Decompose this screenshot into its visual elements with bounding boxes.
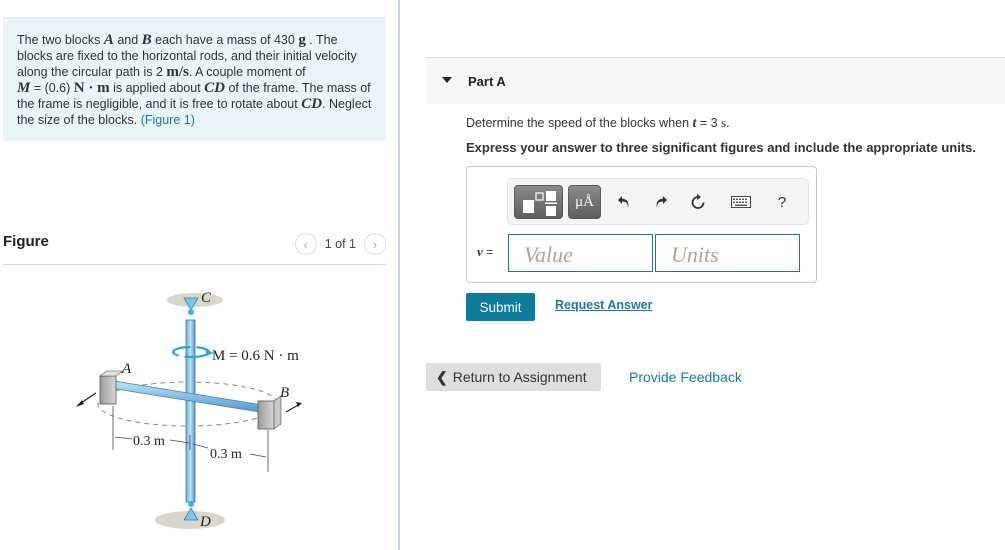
label-a: A [121,361,132,377]
provide-feedback-link[interactable]: Provide Feedback [629,369,742,385]
undo-button[interactable] [614,192,634,212]
problem-text: = (0.6) [30,81,74,95]
var-m: M [17,80,31,96]
return-label: Return to Assignment [452,369,587,385]
figure-divider [3,264,386,265]
block-b [257,400,275,430]
moment-unit: N · m [73,80,110,96]
problem-text: and [113,33,142,47]
figure-page-count: 1 of 1 [324,237,356,251]
label-b: B [280,385,289,401]
var-a: A [103,32,114,48]
question-part: . [726,116,730,130]
redo-button[interactable] [651,192,671,212]
label-dim-left: 0.3 m [133,434,165,449]
question-text: Determine the speed of the blocks when t… [466,115,730,132]
answer-instruction: Express your answer to three significant… [466,140,976,155]
value-input[interactable] [508,234,653,272]
redo-icon [656,196,667,208]
dimension-line-left [114,436,133,440]
answer-box: μÅ ? v = [466,166,817,283]
help-button[interactable]: ? [772,192,792,212]
problem-pane: The two blocks A and B each have a mass … [0,0,398,550]
label-moment: M = 0.6 N · m [212,348,299,364]
return-to-assignment-button[interactable]: ❮ Return to Assignment [426,363,601,391]
problem-text: The two blocks [17,33,104,47]
chevron-right-icon: › [372,236,378,252]
problem-text: . A couple moment of [188,65,306,79]
part-a-header[interactable]: Part A [426,57,1005,104]
figure-pager: ‹ 1 of 1 › [294,232,386,256]
mass-unit: g [298,32,306,48]
templates-button[interactable] [514,185,563,219]
figure-header: Figure ‹ 1 of 1 › [3,232,386,262]
chevron-left-icon: ❮ [436,368,448,385]
math-toolbar: μÅ ? [507,178,809,225]
next-figure-button[interactable]: › [364,233,386,255]
part-title: Part A [468,74,506,89]
units-input[interactable] [655,234,800,272]
reset-button[interactable] [688,192,708,212]
var-cd: CD [301,96,323,112]
label-d: D [199,514,211,530]
velocity-unit: m/s [166,64,189,80]
undo-icon [618,196,629,208]
help-icon: ? [777,193,787,211]
keyboard-button[interactable] [729,192,753,212]
templates-icon [523,191,557,216]
problem-text: is applied about [109,81,205,95]
reset-icon [691,194,705,209]
var-b: B [141,32,152,48]
figure-link[interactable]: (Figure 1) [141,113,195,127]
pane-divider[interactable] [398,0,400,550]
figure-diagram: C D A B M = 0.6 N · m 0.3 m 0.3 m [76,290,302,530]
collapse-triangle-icon[interactable] [442,77,452,83]
question-part: = 3 [696,116,722,130]
figure-title: Figure [3,233,49,250]
label-c: C [201,290,212,306]
units-icon: μÅ [575,193,594,210]
block-a [99,375,117,405]
keyboard-icon [731,196,751,208]
problem-text: each have a mass of 430 [151,33,299,47]
label-dim-right: 0.3 m [210,447,242,462]
var-cd: CD [204,80,225,96]
units-button[interactable]: μÅ [568,185,601,219]
prev-figure-button[interactable]: ‹ [294,233,317,255]
request-answer-link[interactable]: Request Answer [555,298,652,312]
problem-statement: The two blocks A and B each have a mass … [3,17,386,141]
chevron-left-icon: ‹ [303,236,308,252]
equals-sign: = [482,245,494,259]
answer-variable-label: v = [477,244,493,260]
question-part: Determine the speed of the blocks when [466,116,693,130]
submit-button[interactable]: Submit [466,293,535,321]
